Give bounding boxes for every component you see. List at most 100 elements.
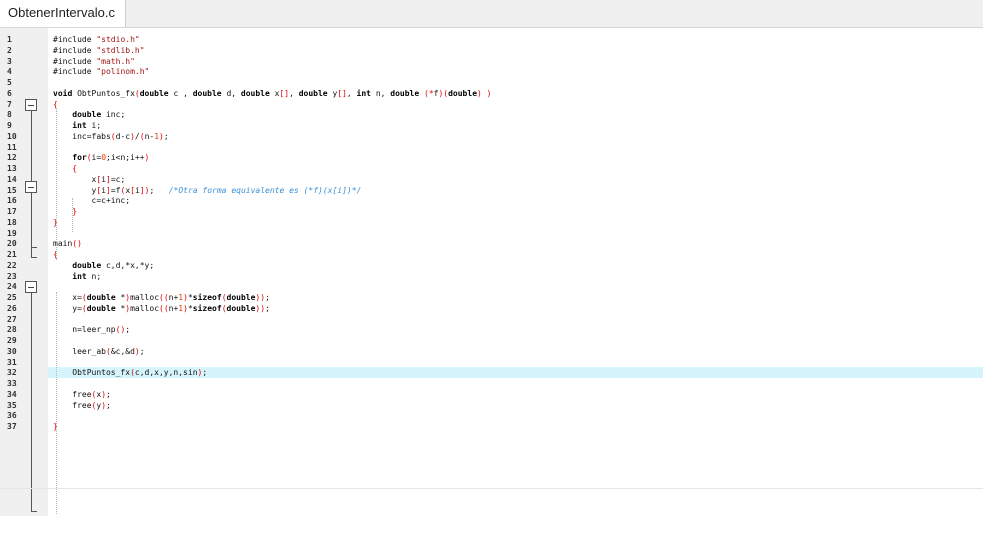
code-line[interactable]: 11 [0,143,983,153]
line-number: 7 [7,99,12,109]
code-line[interactable]: 24 [0,282,983,292]
code-token: , [346,88,357,98]
code-token: double [298,88,328,98]
code-line[interactable]: 30 leer_ab(&c,&d); [0,347,983,357]
code-text: #include "math.h" [53,57,135,67]
code-line[interactable]: 19 [0,229,983,239]
line-number: 23 [7,271,17,281]
code-line[interactable]: 36 [0,411,983,421]
line-number: 16 [7,196,17,206]
code-line[interactable]: 1 #include "stdio.h" [0,35,983,45]
code-token: int [72,271,87,281]
line-number: 36 [7,411,17,421]
code-token: double [72,110,102,120]
code-text: x[i]=c; [53,175,126,185]
line-number: 37 [7,422,17,431]
code-line[interactable]: 21{ [0,250,983,260]
code-line[interactable]: 14 x[i]=c; [0,175,983,185]
code-line[interactable]: 12 for(i=0;i<n;i++) [0,153,983,163]
code-token: double [226,293,256,302]
code-token: )) [255,303,266,313]
code-line[interactable]: 10 inc=fabs(d-c)/(n-1); [0,132,983,142]
code-text: inc=fabs(d-c)/(n-1); [53,132,168,142]
code-line[interactable]: 22 double c,d,*x,*y; [0,261,983,271]
line-number: 9 [7,121,12,130]
editor-bottom-border [0,488,983,489]
code-line[interactable]: 35 free(y); [0,401,983,411]
code-text: void ObtPuntos_fx(double c , double d, d… [53,89,492,99]
code-token: [] [279,88,290,98]
code-line[interactable]: 27 [0,315,983,325]
line-number: 28 [7,325,17,335]
code-token: y [327,88,338,98]
code-token: "stdio.h" [96,35,140,44]
code-token: (* [424,88,434,98]
code-line[interactable]: 5 [0,78,983,88]
code-line[interactable]: 37} [0,422,983,432]
fold-collapse-icon[interactable] [25,281,37,293]
tab-bar: ObtenerIntervalo.c [0,0,983,28]
code-token: * [115,293,126,302]
code-token: (( [159,293,169,302]
code-token: #include [53,67,97,77]
code-editor[interactable]: 1 #include "stdio.h" 2 #include "stdlib.h" 3… [0,28,983,516]
line-number: 12 [7,153,17,163]
code-token: ; [149,185,169,195]
line-number: 33 [7,379,17,388]
code-line[interactable]: 8 double inc; [0,110,983,120]
code-token: ; [265,293,270,302]
code-line[interactable]: 13 { [0,164,983,174]
code-line[interactable]: 4 #include "polinom.h" [0,67,983,77]
code-text: free(x); [53,390,111,400]
line-number: 14 [7,174,17,184]
code-line[interactable]: 29 [0,336,983,346]
code-line[interactable]: 17 } [0,207,983,217]
code-token: #include [53,45,97,55]
code-token: double [192,88,222,98]
code-token: double [86,293,116,302]
code-token: double [390,88,420,98]
code-token: ObtPuntos_fx [72,88,135,98]
code-line[interactable]: 6 void ObtPuntos_fx(double c , double d, … [0,89,983,99]
code-token: i; [86,121,102,130]
code-line[interactable]: 20 main() [0,239,983,249]
code-token: x [269,88,280,98]
code-token: ; [202,368,208,378]
code-token: n; [86,271,102,281]
tab-file[interactable]: ObtenerIntervalo.c [0,0,126,27]
code-line[interactable]: 7{ [0,100,983,110]
code-text: #include "stdio.h" [53,35,140,45]
code-text: #include "polinom.h" [53,67,149,77]
code-line[interactable]: 31 [0,358,983,368]
code-line[interactable]: 23 int n; [0,272,983,282]
code-token: double [448,88,478,98]
line-number: 29 [7,336,17,345]
code-line[interactable]: 2 #include "stdlib.h" [0,46,983,56]
code-line[interactable]: 28 n=leer_np(); [0,325,983,335]
code-line[interactable]: 18} [0,218,983,228]
code-text: int n; [53,272,101,282]
code-token: free [53,389,92,399]
code-line[interactable]: 26 y=(double *)malloc((n+1)*sizeof(doubl… [0,304,983,314]
code-line[interactable]: 3 #include "math.h" [0,57,983,67]
line-number: 32 [7,368,17,378]
code-line[interactable]: 15 y[i]=f(x[i]); /*Otra forma equivalent… [0,186,983,196]
line-number: 18 [7,217,17,227]
code-text: c=c+inc; [53,196,131,206]
fold-collapse-icon[interactable] [25,99,37,111]
code-line[interactable]: 16 c=c+inc; [0,196,983,206]
code-line[interactable]: 34 free(x); [0,390,983,400]
fold-collapse-icon[interactable] [25,181,37,193]
code-line[interactable]: 32 ObtPuntos_fx(c,d,x,y,n,sin); [0,367,983,379]
code-line[interactable]: 9 int i; [0,121,983,131]
code-text: leer_ab(&c,&d); [53,347,144,357]
line-number: 5 [7,78,12,87]
code-token: c=c+inc; [53,196,131,206]
code-line[interactable]: 33 [0,379,983,389]
code-token: { [53,99,58,109]
code-line[interactable]: 25 x=(double *)malloc((n+1)*sizeof(doubl… [0,293,983,303]
code-token: n=leer_np [53,325,116,335]
code-token: "stdlib.h" [96,45,145,55]
